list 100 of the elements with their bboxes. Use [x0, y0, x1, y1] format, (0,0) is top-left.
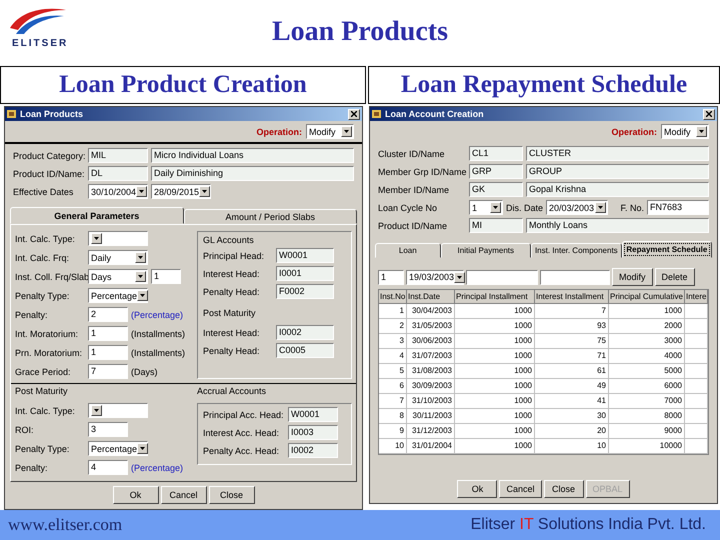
text-field[interactable]: 1 — [88, 326, 128, 341]
dropdown-field[interactable]: Days — [88, 269, 148, 284]
text-field[interactable]: Gopal Krishna — [526, 182, 709, 197]
table-cell: 1000 — [455, 409, 535, 424]
text-field[interactable]: CL1 — [469, 146, 523, 161]
text-field[interactable]: GROUP — [526, 164, 709, 179]
dropdown-button[interactable] — [595, 202, 606, 213]
dropdown-field[interactable] — [88, 231, 148, 246]
text-field[interactable]: 3 — [88, 422, 128, 437]
text-field[interactable]: Micro Individual Loans — [151, 148, 354, 163]
field-label: Penalty Head: — [203, 286, 261, 296]
dropdown-button[interactable] — [135, 252, 146, 263]
text-field[interactable]: W0001 — [276, 248, 334, 263]
tab[interactable]: Loan — [375, 243, 441, 258]
dialog-button[interactable]: Ok — [457, 480, 498, 498]
dialog-button[interactable]: Close — [208, 486, 254, 504]
table-cell — [685, 319, 708, 334]
dialog-button[interactable]: Ok — [112, 486, 158, 504]
tab[interactable]: Amount / Period Slabs — [184, 209, 357, 224]
text-field[interactable]: 1 — [151, 269, 181, 284]
table-cell: 1000 — [455, 304, 535, 319]
dropdown-field[interactable] — [88, 403, 148, 418]
text-field[interactable] — [466, 270, 538, 284]
close-button[interactable] — [348, 108, 360, 120]
table-cell — [685, 409, 708, 424]
text-field[interactable]: GRP — [469, 164, 523, 179]
table-cell — [685, 304, 708, 319]
dropdown-field[interactable]: Percentage — [88, 288, 148, 303]
dropdown-button[interactable] — [490, 202, 501, 213]
table-cell: 31/10/2003 — [407, 394, 455, 409]
tab[interactable]: Initial Payments — [440, 243, 531, 258]
table-cell — [685, 334, 708, 349]
table-cell: 75 — [535, 334, 609, 349]
table-cell: 2 — [379, 319, 407, 334]
close-icon — [351, 111, 357, 117]
dropdown-field[interactable]: 1 — [469, 200, 503, 215]
dropdown-field[interactable]: 19/03/2003 — [406, 270, 464, 284]
text-field[interactable]: MIL — [88, 148, 148, 163]
dropdown-field[interactable]: Percentage — [88, 441, 148, 456]
column-header: Interest Installment — [535, 290, 609, 304]
text-field[interactable]: W0001 — [288, 407, 338, 422]
tab[interactable]: General Parameters — [10, 207, 184, 224]
dropdown-field[interactable]: Modify — [306, 124, 354, 139]
dropdown-field[interactable]: 20/03/2003 — [546, 200, 608, 215]
table-cell: 4000 — [609, 349, 685, 364]
dropdown-button[interactable] — [136, 186, 148, 197]
caret-icon — [140, 447, 146, 450]
caret-icon — [139, 190, 144, 193]
dropdown-field[interactable]: 28/09/2015 — [151, 184, 211, 199]
text-field[interactable]: I0003 — [288, 425, 338, 440]
text-field[interactable]: Daily Diminishing — [151, 166, 354, 181]
dropdown-button[interactable] — [91, 233, 102, 244]
text-field[interactable]: Monthly Loans — [526, 218, 709, 233]
table-cell: 31/07/2003 — [407, 349, 455, 364]
dropdown-button[interactable] — [137, 443, 148, 454]
dropdown-field[interactable]: Modify — [661, 124, 709, 139]
text-field[interactable]: I0001 — [276, 266, 334, 281]
text-field[interactable]: C0005 — [276, 343, 334, 358]
table-cell: 1000 — [455, 334, 535, 349]
dropdown-button[interactable] — [137, 290, 148, 301]
dropdown-button[interactable] — [341, 126, 352, 137]
website-link[interactable]: www.elitser.com — [8, 515, 122, 535]
dropdown-button[interactable] — [91, 405, 102, 416]
dropdown-button[interactable] — [696, 126, 707, 137]
section-title: Accrual Accounts — [197, 386, 268, 396]
window-icon — [7, 109, 17, 119]
dropdown-button[interactable] — [135, 271, 146, 282]
text-field[interactable]: MI — [469, 218, 523, 233]
text-field[interactable]: FN7683 — [647, 200, 709, 215]
text-field[interactable]: 1 — [378, 270, 404, 284]
text-field[interactable]: 2 — [88, 307, 128, 322]
dialog-button[interactable]: Cancel — [160, 486, 206, 504]
table-cell: 10 — [535, 439, 609, 454]
dropdown-button[interactable] — [199, 186, 210, 197]
text-field[interactable]: DL — [88, 166, 148, 181]
tab[interactable]: Inst. Inter. Components — [530, 243, 622, 258]
text-field[interactable] — [540, 270, 610, 284]
caret-icon — [94, 409, 99, 412]
table-cell: 30/09/2003 — [407, 379, 455, 394]
text-field[interactable]: 4 — [88, 460, 128, 475]
table-cell: 8000 — [609, 409, 685, 424]
text-field[interactable]: CLUSTER — [526, 146, 709, 161]
text-field[interactable]: 1 — [88, 345, 128, 360]
close-button[interactable] — [703, 108, 715, 120]
table-cell: 31/05/2003 — [407, 319, 455, 334]
dropdown-button[interactable] — [454, 272, 466, 282]
dialog-button[interactable]: Close — [544, 480, 584, 498]
dropdown-field[interactable]: Daily — [88, 250, 148, 265]
field-label: Interest Acc. Head: — [203, 428, 280, 438]
row-button[interactable]: Delete — [654, 268, 695, 286]
dropdown-field[interactable]: 30/10/2004 — [88, 184, 148, 199]
tab[interactable]: Repayment Schedule — [622, 241, 712, 258]
text-field[interactable]: I0002 — [288, 443, 338, 458]
text-field[interactable]: 7 — [88, 364, 128, 379]
text-field[interactable]: GK — [469, 182, 523, 197]
dialog-button[interactable]: Cancel — [499, 480, 542, 498]
text-field[interactable]: F0002 — [276, 284, 334, 299]
row-button[interactable]: Modify — [612, 268, 653, 286]
table-cell: 10 — [379, 439, 407, 454]
text-field[interactable]: I0002 — [276, 325, 334, 340]
